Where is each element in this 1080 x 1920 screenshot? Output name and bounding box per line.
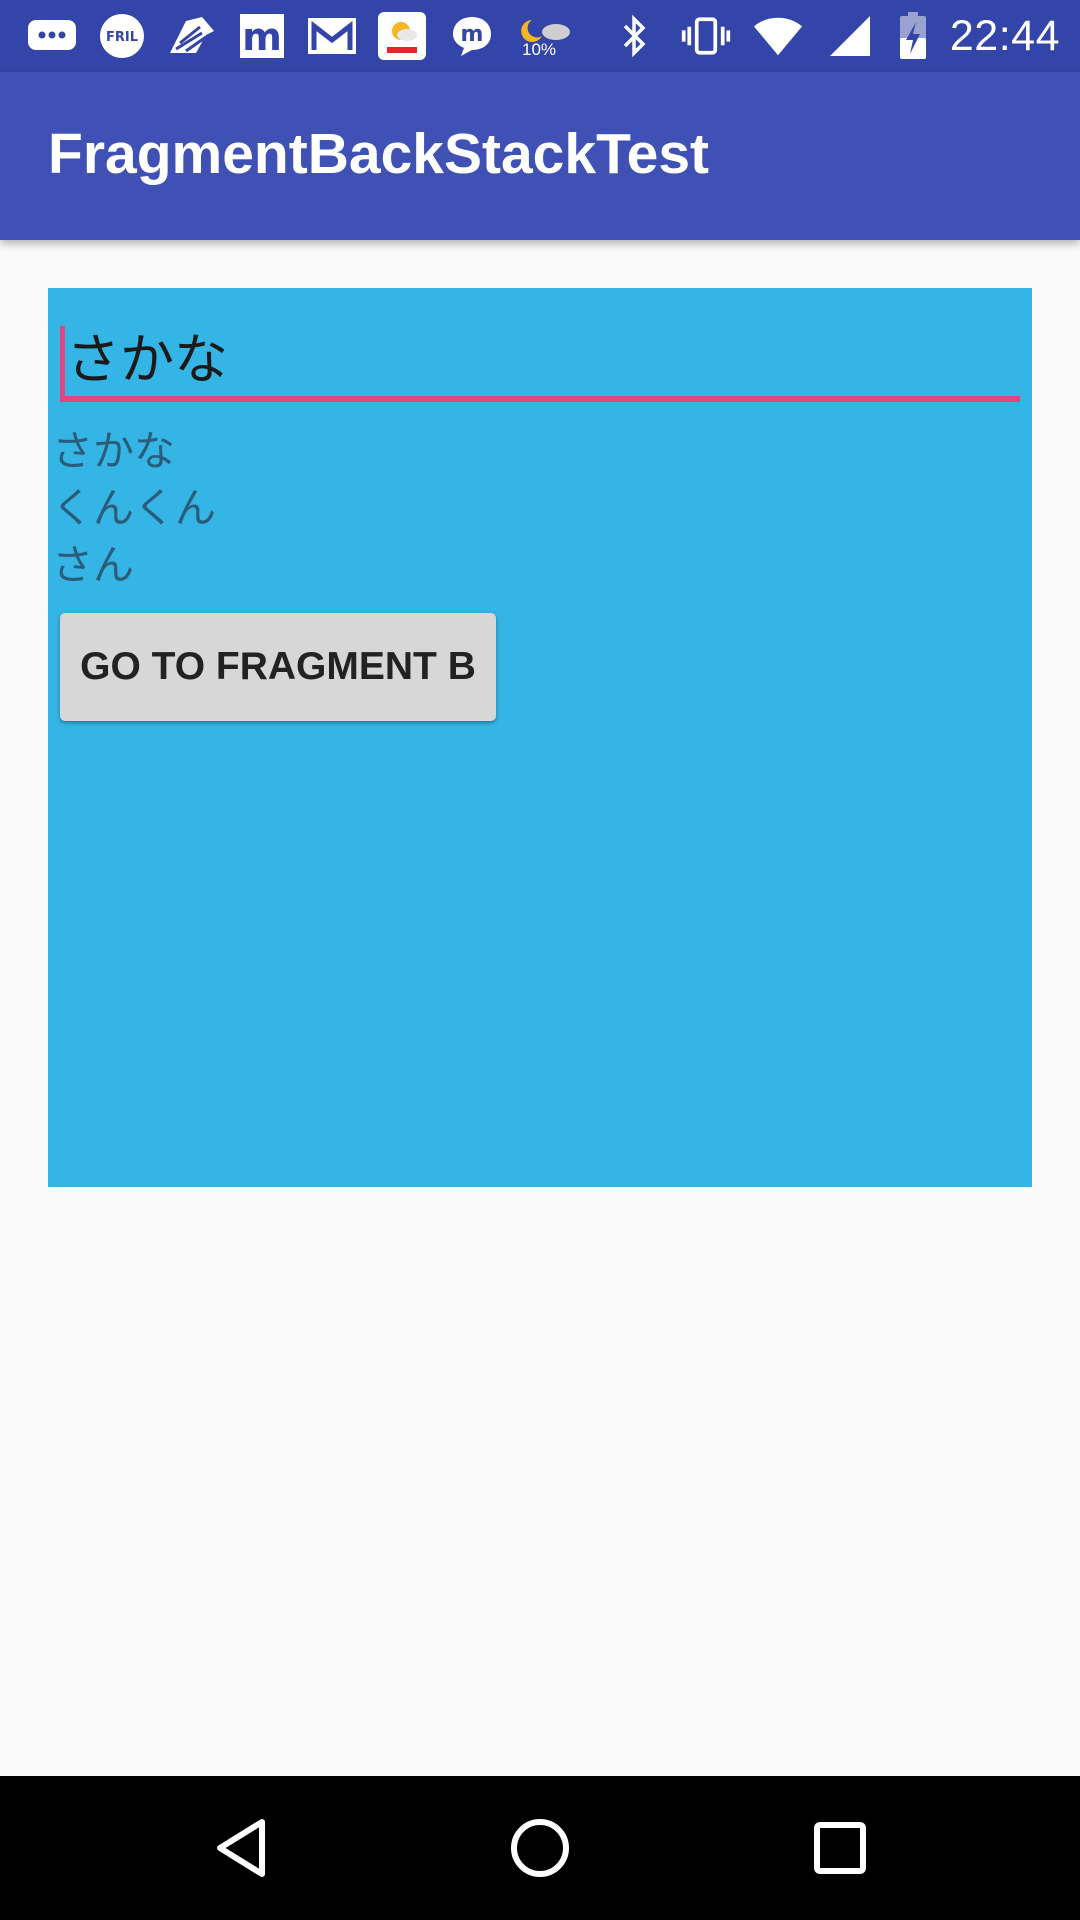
zebra-icon xyxy=(166,10,218,62)
back-icon xyxy=(217,1819,265,1877)
gmail-icon xyxy=(306,10,358,62)
edit-text-underline xyxy=(60,396,1020,402)
messages-icon xyxy=(26,10,78,62)
yahoo-weather-icon xyxy=(376,10,428,62)
weather-night-cloud-icon: 10% xyxy=(516,10,576,62)
app-bar: FragmentBackStackTest xyxy=(0,72,1080,240)
edit-text-value[interactable]: さかな xyxy=(66,330,228,390)
navigation-bar xyxy=(0,1776,1080,1920)
app-title: FragmentBackStackTest xyxy=(48,122,710,186)
text-cursor xyxy=(60,326,65,396)
weather-percent: 10% xyxy=(522,40,557,59)
svg-text:m: m xyxy=(242,15,282,59)
go-to-fragment-b-button[interactable]: GO TO FRAGMENT B xyxy=(60,613,496,721)
vibrate-icon xyxy=(680,10,732,62)
text-line-3: さん xyxy=(52,541,134,589)
recents-button[interactable] xyxy=(780,1776,900,1920)
signal-icon xyxy=(824,10,876,62)
home-button[interactable] xyxy=(480,1776,600,1920)
fragment-a-container: さかな さかな くんくん さん GO TO FRAGMENT B xyxy=(48,288,1032,1187)
edit-text-field[interactable]: さかな xyxy=(60,320,1020,402)
m-app-icon: m xyxy=(236,10,288,62)
system-icons: 22:44 xyxy=(608,0,1060,72)
recents-icon xyxy=(814,1822,866,1874)
battery-charging-icon xyxy=(896,10,930,62)
clock: 22:44 xyxy=(949,11,1060,60)
text-view: さかな くんくん さん xyxy=(52,423,216,594)
wifi-icon xyxy=(752,10,804,62)
notification-icons: FRIL m m 10% xyxy=(26,0,576,72)
status-bar: FRIL m m 10% 22:44 xyxy=(0,0,1080,72)
home-icon xyxy=(511,1819,569,1877)
text-line-2: くんくん xyxy=(52,484,216,532)
svg-text:FRIL: FRIL xyxy=(106,30,138,45)
m-chat-icon: m xyxy=(446,10,498,62)
fril-icon: FRIL xyxy=(96,10,148,62)
svg-text:m: m xyxy=(461,22,484,47)
text-line-1: さかな xyxy=(52,427,175,475)
back-button[interactable] xyxy=(182,1776,302,1920)
bluetooth-icon xyxy=(608,10,660,62)
